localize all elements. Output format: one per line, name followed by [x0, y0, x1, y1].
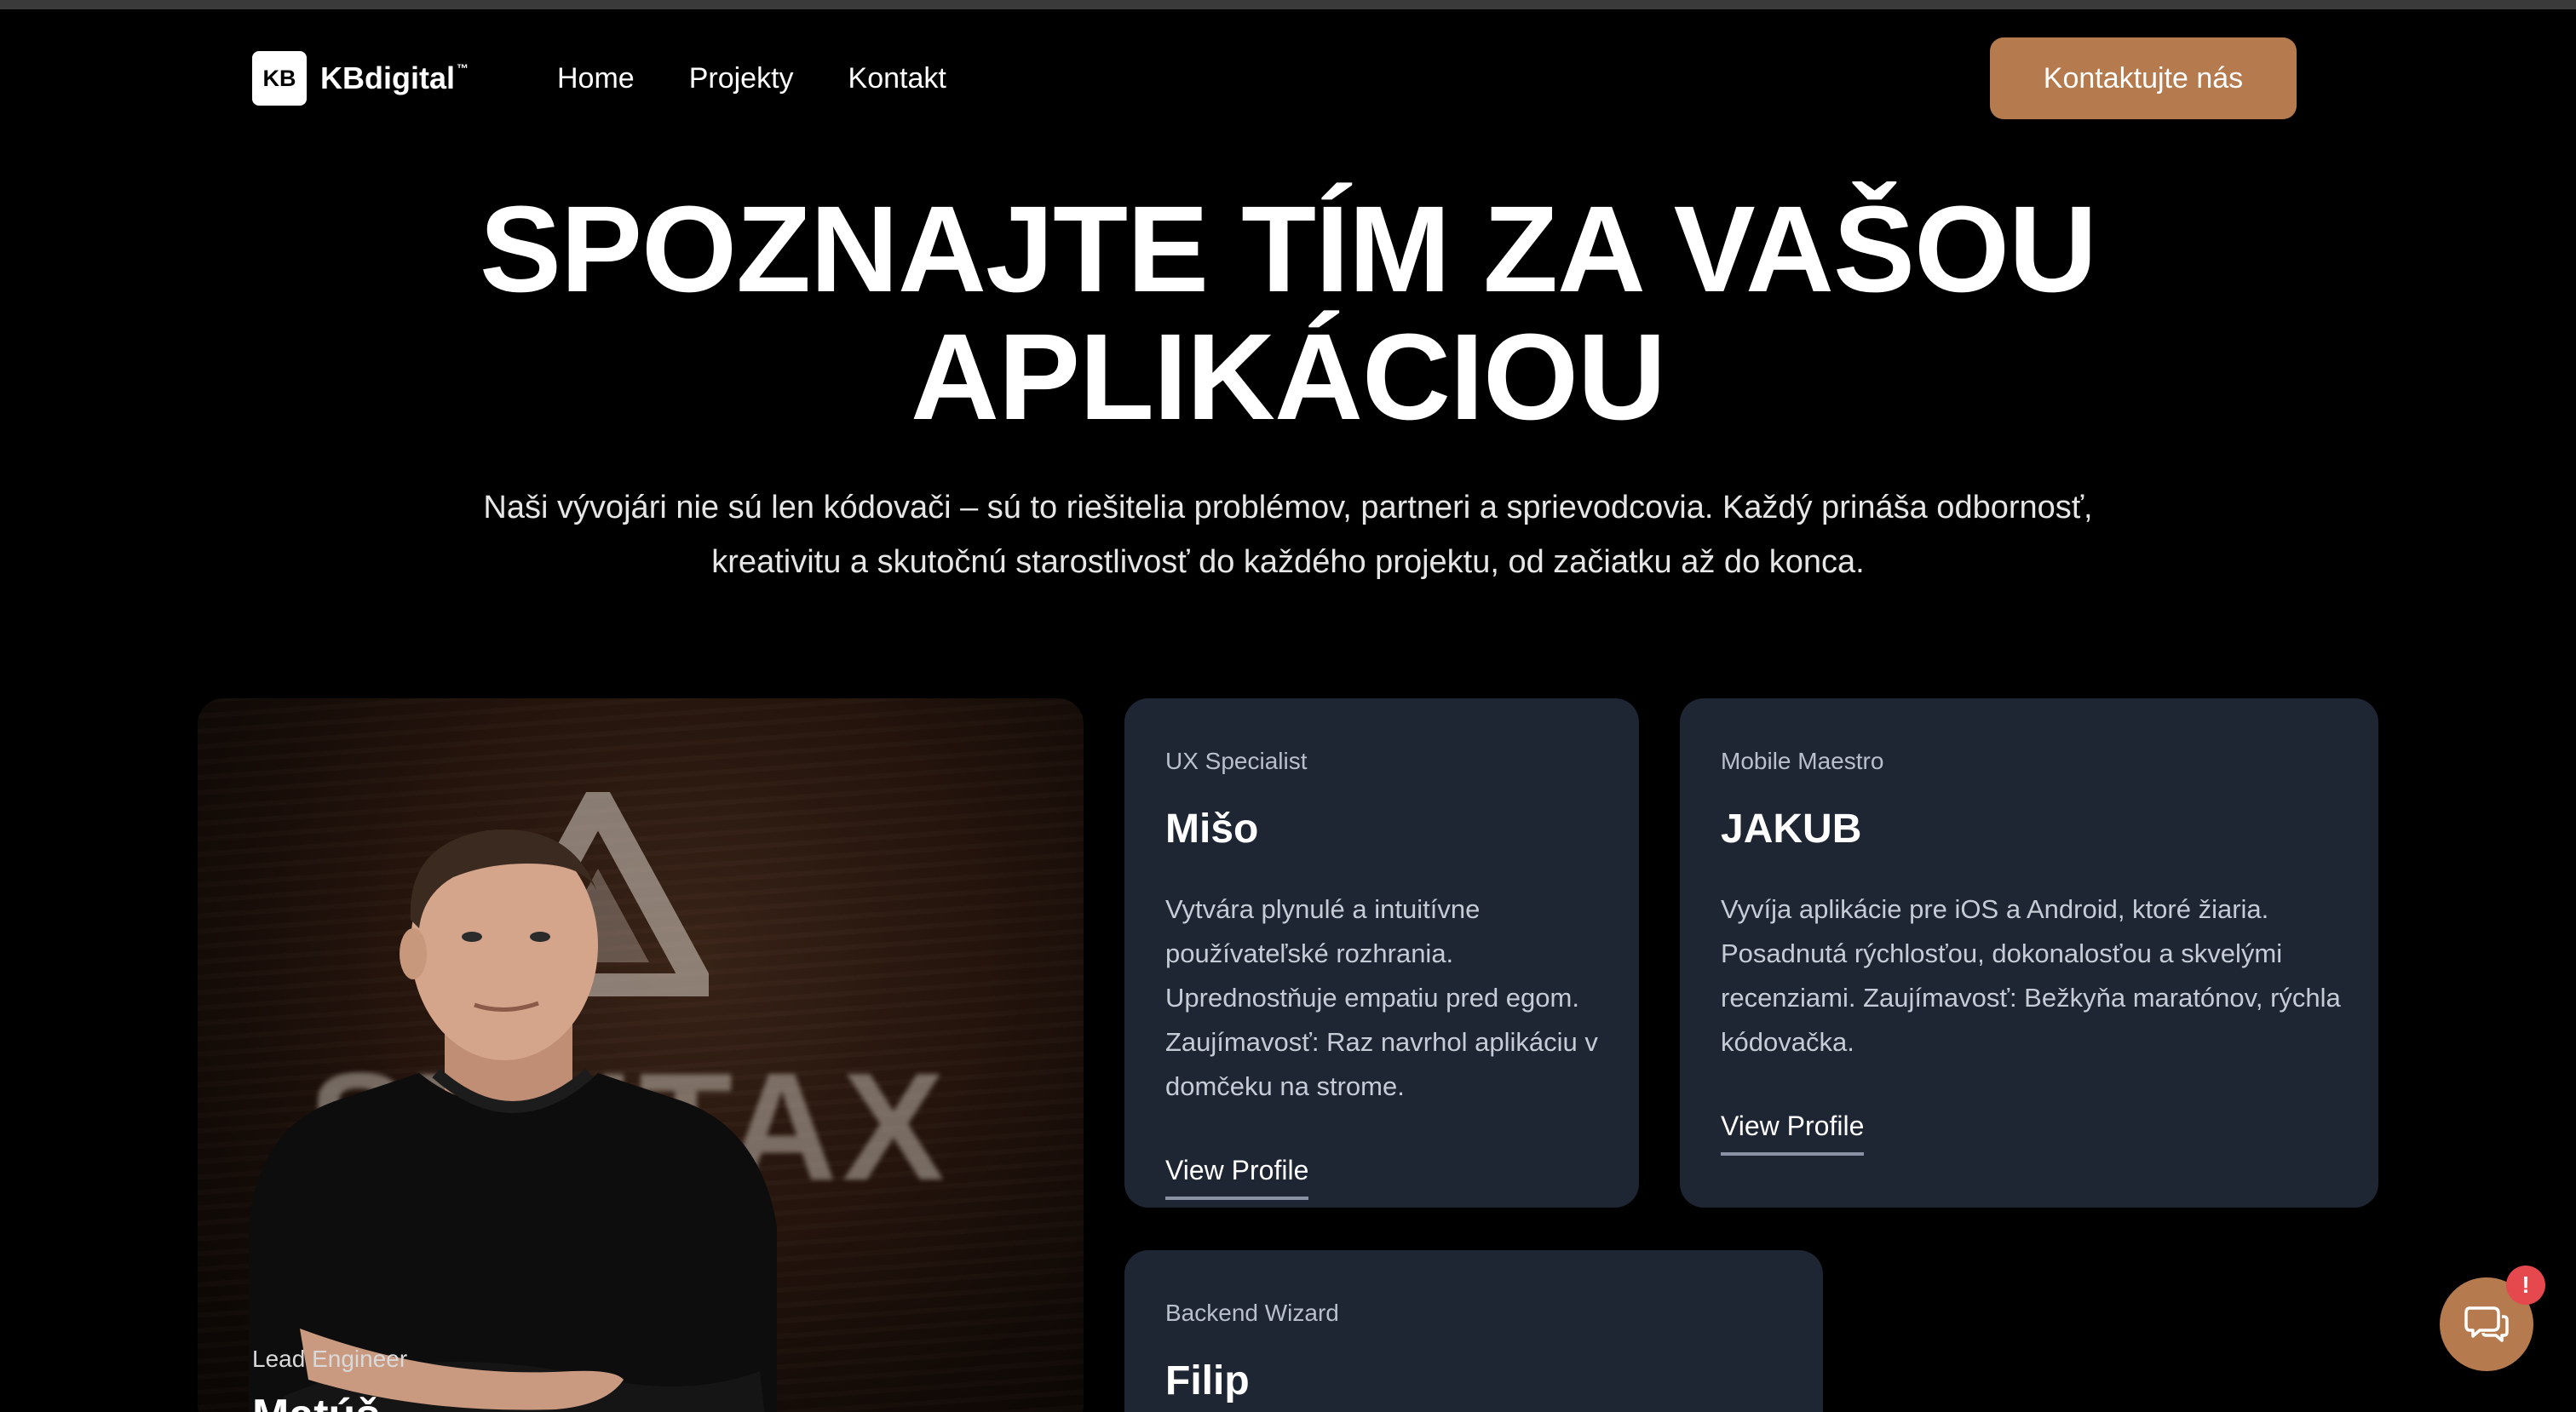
browser-top-edge [0, 0, 2576, 9]
team-member-photo [249, 829, 777, 1412]
main-nav: Home Projekty Kontakt [557, 58, 1001, 99]
chat-bubbles-icon [2464, 1306, 2509, 1342]
logo-badge: KB [252, 51, 307, 106]
team-card-filip: Backend Wizard Filip [1124, 1250, 1823, 1412]
team-card-jakub: Mobile Maestro JAKUB Vyvíja aplikácie pr… [1680, 698, 2378, 1208]
member-role: Mobile Maestro [1721, 748, 1884, 774]
member-name: Filip [1165, 1358, 1250, 1403]
member-role: UX Specialist [1165, 748, 1308, 774]
hero-subtitle: Naši vývojári nie sú len kódovači – sú t… [483, 490, 2093, 580]
chat-notification-badge: ! [2506, 1266, 2545, 1305]
contact-us-button[interactable]: Kontaktujte nás [1990, 37, 2297, 119]
member-name: JAKUB [1721, 806, 1862, 852]
view-profile-link-miso[interactable]: View Profile [1165, 1155, 1309, 1200]
page-title-line-2: APLIKÁCIOU [911, 308, 1666, 445]
member-description: Vytvára plynulé a intuitívne používateľs… [1165, 894, 1598, 1101]
page-title: SPOZNAJTE TÍM ZA VAŠOU APLIKÁCIOU [0, 186, 2576, 441]
nav-link-kontakt[interactable]: Kontakt [848, 58, 946, 99]
member-name: Mišo [1165, 806, 1259, 852]
team-card-miso: UX Specialist Mišo Vytvára plynulé a int… [1124, 698, 1639, 1208]
member-role: Backend Wizard [1165, 1300, 1339, 1326]
logo-trademark: ™ [457, 61, 469, 75]
featured-member-name: Matúš [252, 1390, 380, 1412]
nav-link-home[interactable]: Home [557, 58, 635, 99]
logo-text: KBdigital ™ [320, 60, 469, 96]
logo-wordmark: KBdigital [320, 60, 455, 95]
site-logo[interactable]: KB KBdigital ™ [252, 51, 469, 106]
featured-member-role: Lead Engineer [252, 1346, 408, 1372]
page: KB KBdigital ™ Home Projekty Kontakt Kont… [0, 0, 2576, 1412]
nav-link-projekty[interactable]: Projekty [689, 58, 794, 99]
view-profile-link-jakub[interactable]: View Profile [1721, 1111, 1865, 1156]
page-title-line-1: SPOZNAJTE TÍM ZA VAŠOU [479, 181, 2097, 318]
member-description: Vyvíja aplikácie pre iOS a Android, ktor… [1721, 894, 2341, 1057]
featured-member-card[interactable]: SYNTAX Lead Engineer Matúš [198, 698, 1084, 1412]
